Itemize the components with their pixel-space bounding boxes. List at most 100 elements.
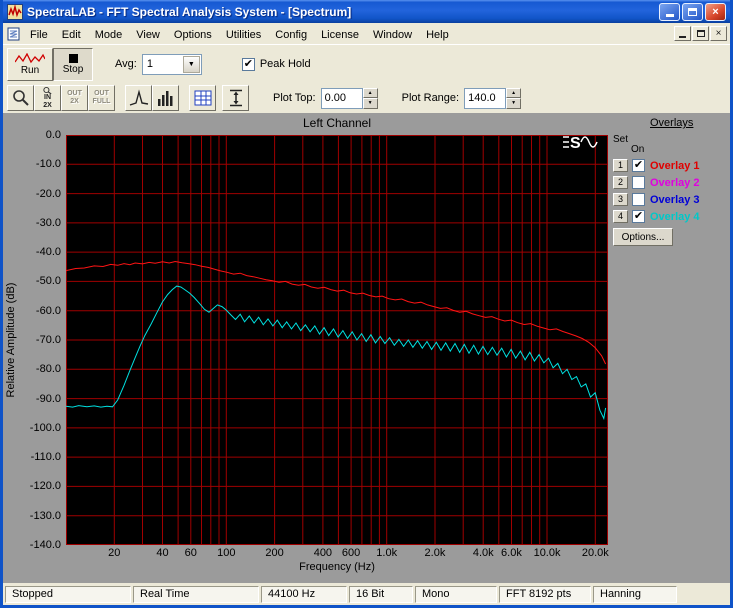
y-tick-label: -60.0 bbox=[35, 304, 61, 317]
avg-dropdown[interactable]: 1 ▼ bbox=[141, 53, 202, 75]
y-tick-label: -30.0 bbox=[35, 216, 61, 229]
menu-item-config[interactable]: Config bbox=[268, 26, 314, 44]
app-icon bbox=[7, 3, 23, 20]
x-tick-label: 60 bbox=[184, 547, 197, 559]
overlay-checkbox-4[interactable]: ✔ bbox=[632, 210, 645, 223]
close-button[interactable]: × bbox=[705, 2, 726, 21]
plot-range-down-button[interactable]: ▼ bbox=[506, 98, 522, 109]
mdi-minimize-icon bbox=[679, 36, 686, 38]
stop-button-label: Stop bbox=[62, 63, 84, 75]
y-tick-label: -80.0 bbox=[35, 363, 61, 376]
overlay-set-button-2[interactable]: 2 bbox=[613, 176, 628, 189]
status-panel-3: 44100 Hz bbox=[261, 585, 347, 603]
document-icon bbox=[7, 27, 20, 40]
run-button[interactable]: Run bbox=[7, 47, 53, 81]
overlay-set-button-4[interactable]: 4 bbox=[613, 210, 628, 223]
title-bar: SpectraLAB - FFT Spectral Analysis Syste… bbox=[3, 0, 730, 23]
y-tick-label: -130.0 bbox=[29, 509, 61, 522]
zoom-in-2x-button[interactable]: IN 2X bbox=[34, 85, 61, 111]
menu-item-utilities[interactable]: Utilities bbox=[219, 26, 268, 44]
status-bar: Stopped Real Time 44100 Hz 16 Bit Mono FFT 81… bbox=[3, 583, 730, 605]
x-tick-label: 2.0k bbox=[424, 547, 446, 559]
overlays-options-button[interactable]: Options... bbox=[613, 228, 673, 246]
plot-title: Left Channel bbox=[302, 116, 372, 130]
avg-label: Avg: bbox=[115, 58, 137, 70]
x-tick-label: 200 bbox=[265, 547, 284, 559]
zoom-in-icon bbox=[42, 86, 52, 94]
chevron-down-icon[interactable]: ▼ bbox=[182, 55, 200, 73]
x-tick-label: 20.0k bbox=[581, 547, 609, 559]
overlay-checkbox-3[interactable] bbox=[632, 193, 645, 206]
zoom-full-label-line2: FULL bbox=[92, 98, 111, 105]
plot-top-up-button[interactable]: ▲ bbox=[362, 87, 378, 98]
avg-value: 1 bbox=[146, 58, 153, 70]
spectrum-plot[interactable] bbox=[66, 135, 608, 545]
menu-item-mode[interactable]: Mode bbox=[88, 26, 130, 44]
vertical-arrows-icon bbox=[229, 89, 242, 107]
trace-overlay-1 bbox=[66, 260, 607, 365]
zoom-out-label-line2: 2X bbox=[70, 98, 79, 105]
plot-top-spinner: ▲ ▼ bbox=[320, 87, 378, 109]
restore-button[interactable] bbox=[682, 2, 703, 21]
plot-range-spinner: ▲ ▼ bbox=[464, 87, 522, 109]
y-tick-label: -50.0 bbox=[35, 275, 61, 288]
x-tick-label: 20 bbox=[108, 547, 121, 559]
plot-top-down-button[interactable]: ▼ bbox=[362, 98, 378, 109]
overlay-row-3: 3 Overlay 3 bbox=[610, 191, 730, 208]
overlay-rows: 1 ✔ Overlay 1 2 Overlay 2 3 Overlay 3 4 ✔ Overlay… bbox=[610, 157, 730, 225]
stop-button[interactable]: Stop bbox=[53, 47, 93, 81]
bar-display-button[interactable] bbox=[152, 85, 179, 111]
zoom-out-full-button[interactable]: OUT FULL bbox=[88, 85, 115, 111]
x-tick-label: 1.0k bbox=[376, 547, 398, 559]
status-panel-4: 16 Bit bbox=[349, 585, 413, 603]
restore-icon bbox=[688, 7, 697, 16]
peak-display-button[interactable] bbox=[125, 85, 152, 111]
y-tick-label: -110.0 bbox=[30, 451, 61, 464]
grid-toggle-button[interactable] bbox=[189, 85, 216, 111]
mdi-minimize-button[interactable] bbox=[674, 26, 691, 41]
app-window: SpectraLAB - FFT Spectral Analysis Syste… bbox=[0, 0, 733, 608]
overlay-row-1: 1 ✔ Overlay 1 bbox=[610, 157, 730, 174]
minimize-button[interactable] bbox=[659, 2, 680, 21]
peak-hold-control: ✔ Peak Hold bbox=[241, 57, 311, 71]
overlay-checkbox-1[interactable]: ✔ bbox=[632, 159, 645, 172]
zoom-out-2x-button[interactable]: OUT 2X bbox=[61, 85, 88, 111]
y-tick-label: -10.0 bbox=[35, 158, 61, 171]
plot-range-up-button[interactable]: ▲ bbox=[506, 87, 522, 98]
overlay-set-button-3[interactable]: 3 bbox=[613, 193, 628, 206]
peak-hold-checkbox[interactable]: ✔ bbox=[241, 57, 255, 71]
x-tick-label: 4.0k bbox=[472, 547, 494, 559]
peak-hold-label: Peak Hold bbox=[259, 58, 311, 70]
overlay-label-1: Overlay 1 bbox=[650, 159, 700, 172]
y-tick-label: 0.0 bbox=[45, 129, 61, 141]
menu-item-file[interactable]: File bbox=[23, 26, 55, 44]
overlay-checkbox-2[interactable] bbox=[632, 176, 645, 189]
zoom-full-label-line1: OUT bbox=[94, 90, 109, 97]
menu-item-help[interactable]: Help bbox=[419, 26, 456, 44]
status-panel-7: Hanning bbox=[593, 585, 677, 603]
overlay-set-button-1[interactable]: 1 bbox=[613, 159, 628, 172]
run-button-label: Run bbox=[20, 64, 40, 76]
menu-item-edit[interactable]: Edit bbox=[55, 26, 88, 44]
x-tick-label: 6.0k bbox=[501, 547, 522, 559]
menu-item-license[interactable]: License bbox=[314, 26, 366, 44]
y-tick-label: -20.0 bbox=[35, 187, 61, 200]
zoom-in-label-line2: 2X bbox=[43, 102, 52, 109]
overlays-on-column-label: On bbox=[631, 144, 645, 155]
plot-toolbar: IN 2X OUT 2X OUT FULL Plot Top: 0.00 ▲ ▼… bbox=[3, 83, 730, 113]
plot-top-input[interactable] bbox=[320, 87, 363, 109]
menu-item-window[interactable]: Window bbox=[366, 26, 419, 44]
mdi-close-button[interactable]: × bbox=[710, 26, 727, 41]
plot-range-input[interactable] bbox=[464, 87, 507, 109]
mdi-restore-icon bbox=[696, 30, 705, 37]
menu-item-options[interactable]: Options bbox=[167, 26, 219, 44]
vertical-scale-button[interactable] bbox=[222, 85, 249, 111]
x-tick-label: 400 bbox=[313, 547, 333, 559]
mdi-restore-button[interactable] bbox=[692, 26, 709, 41]
menu-item-view[interactable]: View bbox=[129, 26, 167, 44]
menu-bar: File Edit Mode View Options Utilities Config Li… bbox=[3, 23, 730, 45]
zoom-tool-button[interactable] bbox=[7, 85, 34, 111]
status-panel-6: FFT 8192 pts bbox=[499, 585, 591, 603]
overlays-panel: Overlays Set On 1 ✔ Overlay 1 2 Overlay 2 3 Ov… bbox=[610, 113, 730, 263]
s-wave-icon: S bbox=[563, 135, 598, 152]
